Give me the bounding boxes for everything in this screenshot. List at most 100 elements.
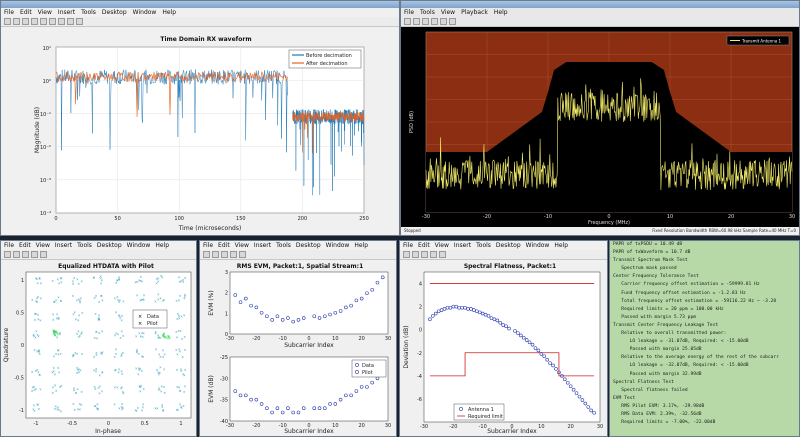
save-icon[interactable]	[22, 18, 29, 25]
menu-item-tools[interactable]: Tools	[276, 241, 291, 250]
menu-item-insert[interactable]: Insert	[254, 241, 271, 250]
zoom-out-icon[interactable]	[422, 18, 429, 25]
evm-window: File Edit View Insert Tools Desktop Wind…	[199, 240, 397, 437]
data-point: ×	[154, 332, 157, 336]
menu-item-desktop[interactable]: Desktop	[102, 8, 127, 17]
menu-item-file[interactable]: File	[4, 241, 14, 250]
menu-item-file[interactable]: File	[203, 241, 213, 250]
menu-item-view[interactable]: View	[235, 241, 249, 250]
data-point: ×	[37, 317, 40, 321]
menu-item-tools[interactable]: Tools	[81, 8, 96, 17]
menu-item-desktop[interactable]: Desktop	[296, 241, 321, 250]
menu-item-tools[interactable]: Tools	[420, 8, 435, 17]
menu-item-desktop[interactable]: Desktop	[97, 241, 122, 250]
menu-item-tools[interactable]: Tools	[476, 241, 491, 250]
legend[interactable]: Antenna 1 Required limit	[453, 403, 505, 421]
menu-item-help[interactable]: Help	[155, 241, 169, 250]
x-tick-label: 0.5	[141, 421, 149, 427]
menu-item-help[interactable]: Help	[494, 8, 508, 17]
save-icon[interactable]	[421, 251, 428, 258]
menu-item-insert[interactable]: Insert	[58, 8, 75, 17]
open-icon[interactable]	[13, 251, 20, 258]
evm-percent-plot-area[interactable]	[229, 271, 389, 335]
menu-item-help[interactable]: Help	[554, 241, 568, 250]
menu-item-desktop[interactable]: Desktop	[496, 241, 521, 250]
menu-item-file[interactable]: File	[404, 8, 414, 17]
menu-item-edit[interactable]: Edit	[218, 241, 230, 250]
menu-item-window[interactable]: Window	[127, 241, 151, 250]
data-cursor-icon[interactable]	[67, 18, 74, 25]
pan-icon[interactable]	[439, 251, 446, 258]
y-tick-label: 10¹	[43, 46, 51, 52]
menu-item-tools[interactable]: Tools	[77, 241, 92, 250]
new-figure-icon[interactable]	[203, 251, 210, 258]
menu-item-edit[interactable]: Edit	[19, 241, 31, 250]
open-icon[interactable]	[212, 251, 219, 258]
legend-icon[interactable]	[76, 18, 83, 25]
zoom-in-icon[interactable]	[413, 18, 420, 25]
new-figure-icon[interactable]	[403, 251, 410, 258]
pan-icon[interactable]	[239, 251, 246, 258]
data-point: ×	[179, 389, 182, 393]
new-figure-icon[interactable]	[4, 251, 11, 258]
data-point: ×	[117, 313, 120, 317]
legend[interactable]: Before decimation After decimation	[288, 49, 362, 69]
zoom-in-icon[interactable]	[430, 251, 437, 258]
measurements-icon[interactable]	[449, 18, 456, 25]
y-tick-label: -30	[220, 376, 228, 382]
data-point: ×	[122, 334, 125, 338]
menu-bar: File Edit View Insert Tools Desktop Wind…	[400, 241, 607, 250]
plot-area[interactable]	[25, 271, 192, 419]
zoom-in-icon[interactable]	[40, 18, 47, 25]
console-line: Total frequency offset estimation = -591…	[613, 298, 777, 304]
zoom-in-icon[interactable]	[31, 251, 38, 258]
data-point: ×	[119, 336, 122, 340]
pan-icon[interactable]	[58, 18, 65, 25]
console-line: Transmit Spectrum Mask Test	[613, 258, 688, 264]
x-tick-label: -1	[34, 421, 39, 427]
menu-item-window[interactable]: Window	[326, 241, 350, 250]
menu-item-window[interactable]: Window	[526, 241, 550, 250]
new-figure-icon[interactable]	[4, 18, 11, 25]
legend-pilot: Pilot	[362, 370, 373, 376]
plot-area[interactable]	[423, 271, 601, 423]
menu-item-view[interactable]: View	[441, 8, 455, 17]
plot-area[interactable]	[55, 46, 365, 214]
legend[interactable]: × Data × Pilot	[132, 309, 168, 329]
open-icon[interactable]	[13, 18, 20, 25]
menu-item-window[interactable]: Window	[133, 8, 157, 17]
settings-icon[interactable]	[440, 18, 447, 25]
menu-item-file[interactable]: File	[4, 8, 14, 17]
run-icon[interactable]	[431, 18, 438, 25]
console-line: Spectral Flatness Test	[613, 379, 674, 385]
menu-item-playback[interactable]: Playback	[461, 8, 488, 17]
menu-item-help[interactable]: Help	[354, 241, 368, 250]
menu-item-insert[interactable]: Insert	[454, 241, 471, 250]
menu-item-insert[interactable]: Insert	[55, 241, 72, 250]
menu-item-file[interactable]: File	[403, 241, 413, 250]
command-window-output[interactable]: PAPR of txPSDU = 10.49 dB PAPR of txWavef…	[609, 240, 800, 437]
y-tick-label: 10⁻²	[40, 145, 51, 151]
menu-item-edit[interactable]: Edit	[20, 8, 32, 17]
menu-item-help[interactable]: Help	[162, 8, 176, 17]
title-bar[interactable]	[1, 1, 399, 8]
zoom-in-icon[interactable]	[230, 251, 237, 258]
y-tick-labels-top: 0 1 2 3	[225, 270, 228, 338]
save-icon[interactable]	[221, 251, 228, 258]
open-icon[interactable]	[412, 251, 419, 258]
data-point: ×	[40, 281, 43, 285]
zoom-out-icon[interactable]	[49, 18, 56, 25]
menu-item-view[interactable]: View	[435, 241, 449, 250]
data-point: ×	[183, 297, 186, 301]
console-line: Passed with margin 32.99dB	[613, 371, 702, 377]
legend[interactable]: Transmit Antenna 1	[726, 35, 790, 46]
pan-icon[interactable]	[40, 251, 47, 258]
print-icon[interactable]	[31, 18, 38, 25]
save-icon[interactable]	[22, 251, 29, 258]
print-icon[interactable]	[404, 18, 411, 25]
title-bar[interactable]	[401, 1, 799, 8]
legend[interactable]: Data Pilot	[351, 359, 387, 378]
menu-item-edit[interactable]: Edit	[418, 241, 430, 250]
menu-item-view[interactable]: View	[36, 241, 50, 250]
menu-item-view[interactable]: View	[38, 8, 52, 17]
